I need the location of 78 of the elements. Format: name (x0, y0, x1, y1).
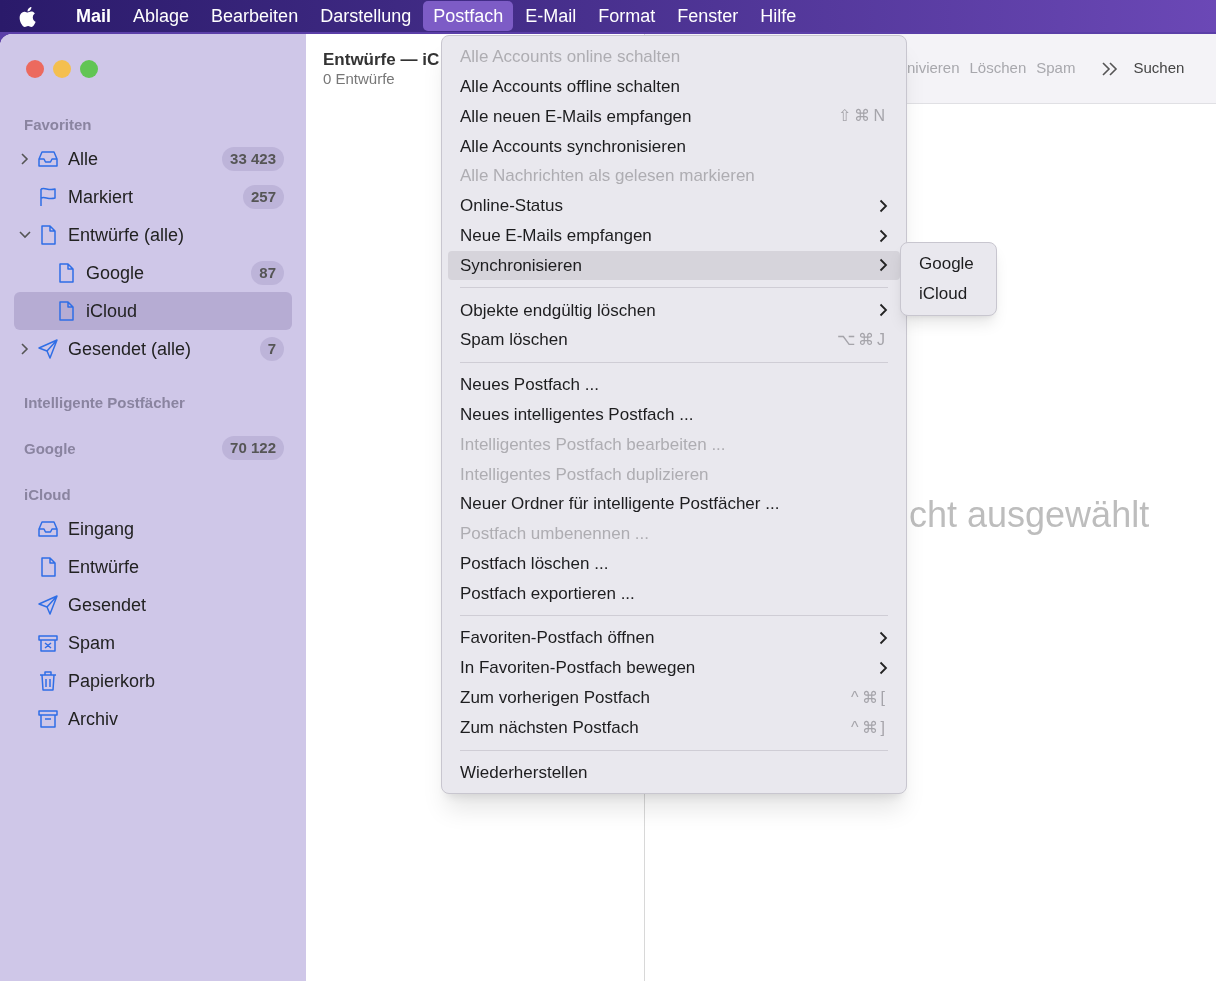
paper-plane-icon (36, 337, 60, 361)
keyboard-shortcut: ^⌘] (851, 717, 888, 738)
chevron-right-icon[interactable] (21, 343, 29, 355)
menu-item[interactable]: Online-Status (448, 191, 900, 221)
sidebar-item[interactable]: Gesendet (14, 586, 292, 624)
message-count: 0 Entwürfe (323, 70, 395, 88)
menu-item[interactable]: Postfach löschen ... (448, 548, 900, 579)
menu-bar-item[interactable]: Mail (66, 1, 121, 31)
archive-box-icon (36, 707, 60, 731)
menu-item[interactable]: Alle Accounts synchronisieren (448, 131, 900, 162)
mailbox-label: Gesendet (alle) (68, 337, 193, 361)
unread-count: 7 (259, 337, 284, 361)
keyboard-shortcut: ⌥⌘J (837, 330, 888, 351)
menu-bar-item[interactable]: Bearbeiten (201, 1, 309, 31)
mailbox-label: Markiert (68, 185, 134, 209)
mailbox-label: Gesendet (68, 593, 148, 617)
sidebar-item[interactable]: Entwürfe (alle) (14, 216, 292, 254)
menu-item[interactable]: Alle Accounts offline schalten (448, 71, 900, 102)
sidebar-item[interactable]: Papierkorb (14, 662, 292, 700)
menu-item[interactable]: Neues Postfach ... (448, 369, 900, 400)
mailbox-label: Entwürfe (68, 555, 141, 579)
mailbox-label: Spam (68, 631, 117, 655)
sidebar-item[interactable]: Archiv (14, 700, 292, 738)
unread-count: 33 423 (222, 147, 284, 171)
menu-item[interactable]: Synchronisieren (448, 250, 900, 281)
unread-count: 70 122 (222, 436, 284, 460)
keyboard-shortcut: ⇧⌘N (838, 106, 888, 127)
section-header: iCloud (24, 484, 72, 505)
mailbox-label: iCloud (86, 299, 139, 323)
menu-item[interactable]: Neues intelligentes Postfach ... (448, 399, 900, 430)
section-header: Intelligente Postfächer (24, 392, 186, 413)
sidebar-item[interactable]: Google 87 (14, 254, 292, 292)
menu-item[interactable]: Neuer Ordner für intelligente Postfächer ... (448, 489, 900, 519)
chevrons-right-icon[interactable] (1101, 61, 1120, 76)
unread-count: 87 (251, 261, 284, 285)
sidebar-item[interactable]: iCloud (14, 292, 292, 330)
keyboard-shortcut: ^⌘[ (851, 687, 888, 708)
menu-item[interactable]: Neue E-Mails empfangen (448, 220, 900, 251)
mailbox-label: Papierkorb (68, 669, 157, 693)
sidebar-item[interactable]: Entwürfe (14, 548, 292, 586)
menu-item[interactable]: Spam löschen ⌥⌘J (448, 325, 900, 355)
menu-bar-item[interactable]: Darstellung (310, 1, 422, 31)
menu-item[interactable]: Zum vorherigen Postfach ^⌘[ (448, 682, 900, 713)
sidebar-item[interactable]: Markiert 257 (14, 178, 292, 216)
menu-item[interactable]: Postfach exportieren ... (448, 578, 900, 609)
mailbox-title: Entwürfe — iC (323, 50, 440, 70)
submenu-item[interactable]: iCloud (906, 278, 991, 309)
menu-bar-item[interactable]: Format (588, 1, 666, 31)
apple-logo-icon[interactable] (18, 5, 36, 27)
mailbox-label: Eingang (68, 517, 136, 541)
empty-viewer-text: cht ausgewählt (909, 493, 1150, 537)
chevron-right-icon[interactable] (21, 153, 29, 165)
submenu-item[interactable]: Google (906, 249, 991, 279)
menu-bar-item[interactable]: Hilfe (750, 1, 807, 31)
mailbox-label: Entwürfe (alle) (68, 223, 186, 247)
menu-item[interactable]: Zum nächsten Postfach ^⌘] (448, 712, 900, 743)
search-button[interactable]: Suchen (1133, 57, 1185, 80)
mailbox-label: Archiv (68, 707, 119, 731)
section-header: Favoriten (24, 114, 93, 135)
sidebar-item[interactable]: Eingang (14, 510, 292, 548)
menu-bar-item[interactable]: E-Mail (515, 1, 587, 31)
sidebar-item[interactable]: Gesendet (alle) 7 (14, 330, 292, 368)
mailbox-label: Google (86, 261, 146, 285)
menu-item[interactable]: Wiederherstellen (448, 757, 900, 788)
menu-item[interactable]: Objekte endgültig löschen (448, 295, 900, 326)
menu-bar-item[interactable]: Fenster (667, 1, 749, 31)
sidebar-item[interactable]: Spam (14, 624, 292, 662)
menu-bar-item[interactable]: Postfach (423, 1, 514, 31)
mailbox-label: Alle (68, 147, 99, 171)
chevron-down-icon[interactable] (19, 231, 31, 239)
menu-item[interactable]: Alle neuen E-Mails empfangen ⇧⌘N (448, 101, 900, 132)
sidebar-item[interactable]: Alle 33 423 (14, 140, 292, 178)
unread-count: 257 (242, 185, 284, 209)
menu-item[interactable]: In Favoriten-Postfach bewegen (448, 653, 900, 683)
menu-bar-item[interactable]: Ablage (123, 1, 200, 31)
menu-item[interactable]: Favoriten-Postfach öffnen (448, 623, 900, 654)
section-header: Google (24, 438, 77, 459)
paper-plane-icon (36, 593, 60, 617)
